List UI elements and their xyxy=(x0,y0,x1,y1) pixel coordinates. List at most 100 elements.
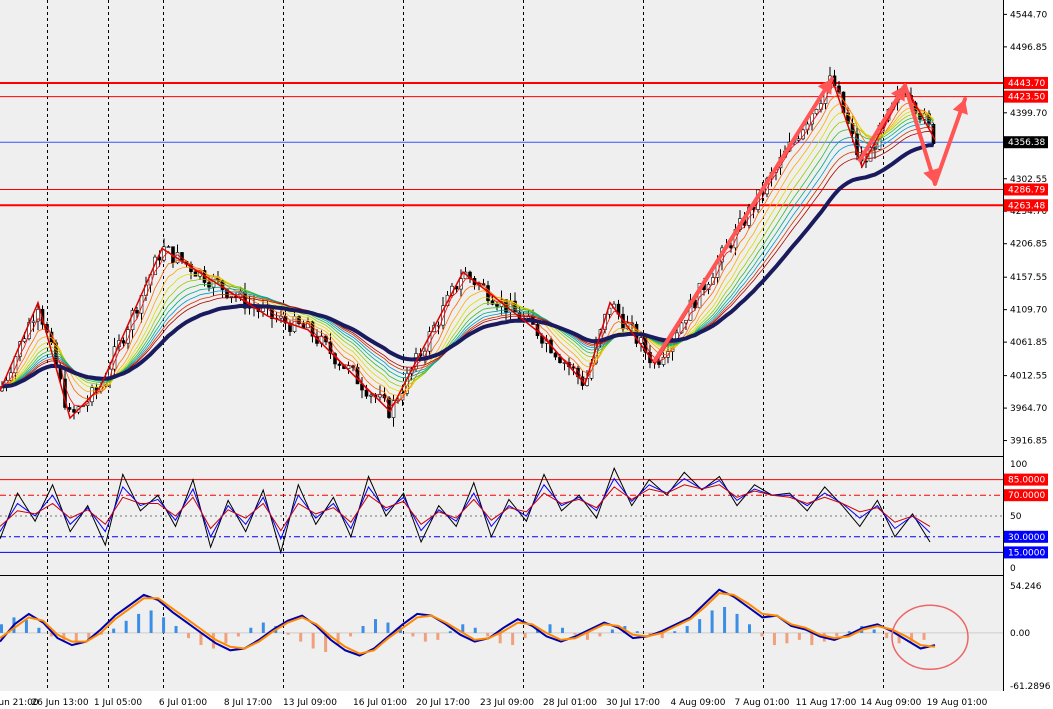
macd-histogram-bar xyxy=(124,620,128,633)
time-tick-label: 19 Aug 01:00 xyxy=(927,698,988,708)
candle xyxy=(121,340,126,344)
macd-histogram-bar xyxy=(511,632,515,646)
price-tick-label: 4157.55 xyxy=(1010,273,1047,283)
main-panel-bg xyxy=(0,0,1003,455)
macd-histogram-bar xyxy=(24,619,28,633)
candle xyxy=(814,109,819,115)
candle xyxy=(31,320,36,323)
price-tick-label: 3916.85 xyxy=(1010,437,1047,447)
price-tick-label: 4544.70 xyxy=(1010,10,1047,20)
time-tick-label: 26 Jun 13:00 xyxy=(31,698,88,708)
candle xyxy=(135,310,139,314)
macd-histogram-bar xyxy=(0,624,3,633)
price-tick-label: 3964.70 xyxy=(1010,404,1047,414)
macd-histogram-bar xyxy=(885,632,889,639)
candle xyxy=(387,397,391,418)
macd-histogram-bar xyxy=(847,631,851,633)
candle xyxy=(369,394,373,397)
macd-histogram-bar xyxy=(299,632,303,642)
macd-histogram-bar xyxy=(436,632,440,640)
price-level-label: 4286.79 xyxy=(1008,185,1045,195)
price-level-label: 4263.48 xyxy=(1008,201,1045,211)
macd-histogram-bar xyxy=(386,622,390,633)
stochastic-tick-label: 0 xyxy=(1010,564,1016,574)
macd-histogram-bar xyxy=(797,632,801,640)
macd-histogram-bar xyxy=(149,610,153,633)
stochastic-level-label: 85.0000 xyxy=(1008,476,1045,486)
time-tick-label: 16 Jul 01:00 xyxy=(353,698,407,708)
macd-histogram-bar xyxy=(922,632,926,640)
price-level-label: 4443.70 xyxy=(1008,79,1045,89)
macd-histogram-bar xyxy=(735,613,739,633)
macd-histogram-bar xyxy=(137,613,141,633)
macd-histogram-bar xyxy=(835,632,839,637)
price-axis-bg xyxy=(1003,0,1053,709)
candle xyxy=(72,409,76,413)
macd-histogram-bar xyxy=(498,632,502,644)
trading-chart[interactable]: 25 Jun 21:0026 Jun 13:001 Jul 05:006 Jul… xyxy=(0,0,1053,709)
time-tick-label: 30 Jul 17:00 xyxy=(606,698,660,708)
time-tick-label: 13 Jul 09:00 xyxy=(283,698,337,708)
stochastic-level-label: 70.0000 xyxy=(1008,491,1045,501)
candle xyxy=(166,246,171,248)
macd-histogram-bar xyxy=(249,627,253,633)
macd-histogram-bar xyxy=(199,632,203,646)
macd-histogram-bar xyxy=(748,624,751,633)
time-tick-label: 6 Jul 01:00 xyxy=(159,698,208,708)
macd-histogram-bar xyxy=(448,631,452,633)
time-tick-label: 20 Jul 17:00 xyxy=(416,698,470,708)
macd-histogram-bar xyxy=(785,632,789,644)
macd-histogram-bar xyxy=(573,632,577,635)
macd-histogram-bar xyxy=(610,629,614,633)
price-tick-label: 4399.70 xyxy=(1010,109,1047,119)
macd-histogram-bar xyxy=(760,632,764,637)
macd-histogram-bar xyxy=(374,619,377,633)
macd-histogram-bar xyxy=(673,631,677,633)
macd-histogram-bar xyxy=(685,626,689,633)
candle xyxy=(337,363,342,366)
price-tick-label: 4302.55 xyxy=(1010,175,1047,185)
time-tick-label: 11 Aug 17:00 xyxy=(796,698,857,708)
candle xyxy=(805,123,810,131)
time-tick-label: 7 Aug 01:00 xyxy=(735,698,790,708)
macd-histogram-bar xyxy=(411,632,415,637)
macd-histogram-bar xyxy=(635,631,639,633)
macd-histogram-bar xyxy=(523,632,527,639)
time-tick-label: 23 Jul 09:00 xyxy=(480,698,534,708)
macd-histogram-bar xyxy=(723,606,727,633)
candle xyxy=(850,123,855,135)
macd-histogram-bar xyxy=(187,632,190,639)
macd-histogram-bar xyxy=(112,628,116,633)
macd-histogram-bar xyxy=(286,632,290,635)
candle xyxy=(495,303,499,307)
macd-histogram-bar xyxy=(311,632,315,649)
price-tick-label: 4206.85 xyxy=(1010,240,1047,250)
price-tick-label: 4496.85 xyxy=(1010,43,1047,53)
macd-histogram-bar xyxy=(473,627,477,633)
macd-histogram-bar xyxy=(224,632,228,644)
macd-histogram-bar xyxy=(598,632,602,637)
price-tick-label: 4061.85 xyxy=(1010,338,1047,348)
macd-tick-label: 0.00 xyxy=(1010,629,1030,639)
macd-histogram-bar xyxy=(423,632,427,642)
candle xyxy=(657,361,661,365)
stochastic-level-label: 30.0000 xyxy=(1008,533,1045,543)
macd-histogram-bar xyxy=(37,627,41,633)
macd-histogram-bar xyxy=(561,627,564,633)
time-tick-label: 4 Aug 09:00 xyxy=(671,698,726,708)
candle xyxy=(229,296,234,298)
time-tick-label: 8 Jul 17:00 xyxy=(224,698,273,708)
macd-tick-label: -61.2896 xyxy=(1010,682,1051,692)
candle xyxy=(553,352,558,358)
candle xyxy=(364,389,369,397)
candle xyxy=(22,338,27,342)
macd-histogram-bar xyxy=(162,617,166,633)
macd-histogram-bar xyxy=(585,632,589,640)
candle xyxy=(67,407,72,410)
macd-tick-label: 54.246 xyxy=(1010,582,1042,592)
price-level-label: 4356.38 xyxy=(1008,138,1045,148)
macd-histogram-bar xyxy=(548,624,552,633)
macd-histogram-bar xyxy=(698,619,702,633)
macd-histogram-bar xyxy=(872,629,876,633)
chart-window: 25 Jun 21:0026 Jun 13:001 Jul 05:006 Jul… xyxy=(0,0,1053,709)
